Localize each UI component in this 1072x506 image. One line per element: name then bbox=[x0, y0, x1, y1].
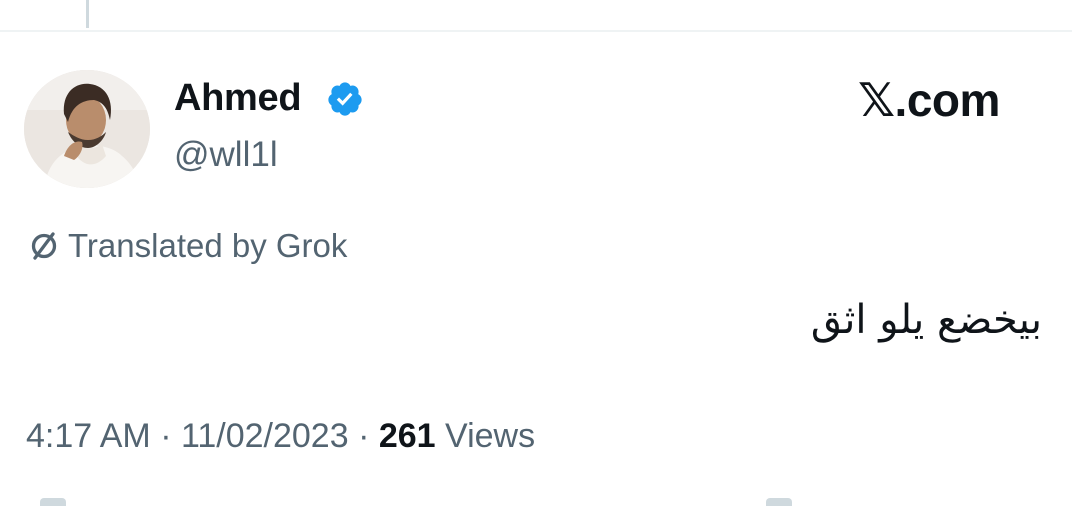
x-com-wordmark: 𝕏.com bbox=[858, 74, 1000, 126]
bookmark-icon-partial[interactable] bbox=[766, 498, 792, 506]
views-label: Views bbox=[445, 417, 536, 455]
translate-slash-icon bbox=[31, 232, 57, 260]
author-display-name[interactable]: Ahmed bbox=[174, 76, 302, 120]
avatar-photo bbox=[24, 70, 150, 188]
post-divider bbox=[0, 30, 1072, 32]
tweet-text: بيخضع يلو اثق bbox=[810, 297, 1042, 343]
reply-icon-partial[interactable] bbox=[40, 498, 66, 506]
meta-separator: · bbox=[348, 417, 379, 455]
tweet-time[interactable]: 4:17 AM bbox=[26, 417, 151, 455]
meta-separator: · bbox=[150, 417, 181, 455]
author-handle[interactable]: @wll1l bbox=[174, 134, 278, 176]
verified-badge-icon bbox=[328, 82, 362, 116]
translation-notice[interactable]: Translated by Grok bbox=[26, 226, 347, 266]
views-count: 261 bbox=[378, 417, 436, 455]
translation-label: Translated by Grok bbox=[68, 227, 348, 264]
tweet-date[interactable]: 11/02/2023 bbox=[181, 417, 349, 455]
tweet-metadata: 4:17 AM · 11/02/2023 · 261 Views bbox=[26, 414, 535, 458]
avatar[interactable] bbox=[24, 70, 150, 188]
thread-connector-line bbox=[86, 0, 89, 28]
